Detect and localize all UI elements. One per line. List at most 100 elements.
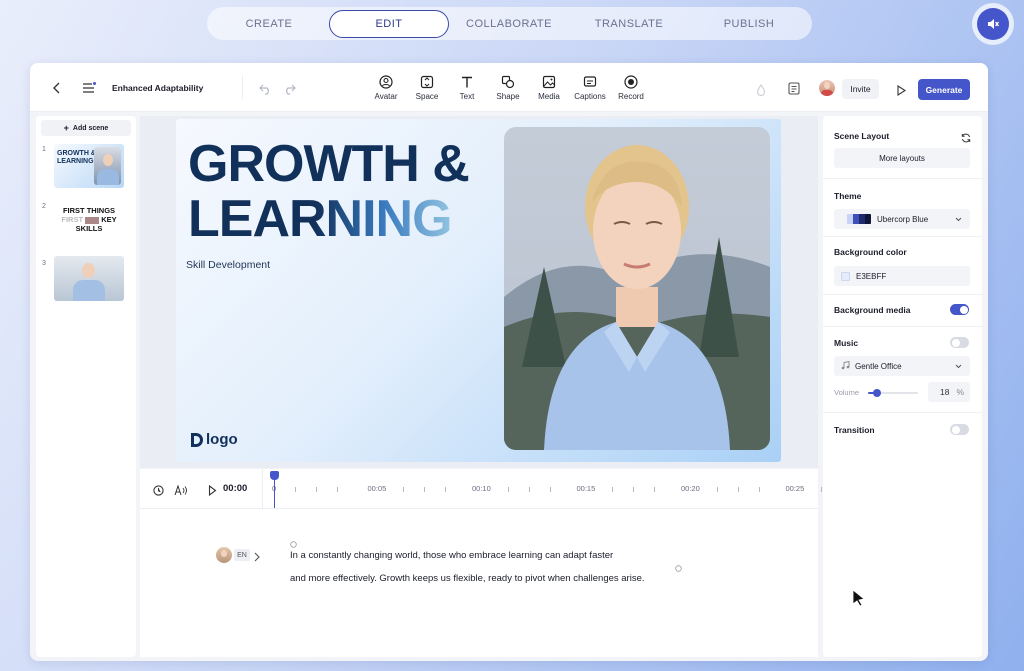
logo-text: logo (206, 431, 238, 448)
current-time: 00:00 (223, 483, 248, 494)
chevron-down-icon (955, 215, 962, 224)
script-editor[interactable]: EN In a constantly changing world, those… (140, 509, 818, 657)
plus-icon: + (63, 123, 69, 133)
mute-button[interactable] (972, 3, 1014, 45)
thumb3-face (82, 263, 95, 278)
refresh-icon[interactable] (961, 130, 971, 148)
slide-logo[interactable]: logo (190, 431, 238, 448)
theme-value: Ubercorp Blue (877, 214, 929, 224)
scenes-panel: + Add scene 1 GROWTH & LEARNING 2 FIRST … (36, 116, 136, 657)
step-translate[interactable]: TRANSLATE (569, 10, 689, 38)
tool-space-label: Space (415, 92, 439, 101)
volume-knob[interactable] (873, 389, 881, 397)
back-arrow-icon[interactable] (52, 81, 62, 99)
tool-captions[interactable]: Captions (567, 75, 613, 101)
scene-thumbnail-3[interactable] (54, 256, 124, 301)
undo-icon[interactable] (259, 82, 272, 100)
music-note-icon (841, 360, 850, 372)
avatar-video[interactable] (504, 127, 770, 450)
invite-button[interactable]: Invite (842, 79, 879, 99)
color-swatch (841, 271, 850, 281)
more-layouts-button[interactable]: More layouts (834, 148, 970, 168)
tool-media[interactable]: Media (526, 75, 572, 101)
tool-shape-label: Shape (496, 92, 520, 101)
transition-label: Transition (834, 425, 875, 435)
pause-marker-icon[interactable] (675, 559, 682, 577)
timeline-tick (737, 487, 739, 492)
add-scene-label: Add scene (72, 124, 109, 132)
drop-icon[interactable] (756, 83, 766, 101)
scene-thumbnail-2[interactable]: FIRST THINGS FIRST KEY SKILLS (54, 200, 124, 244)
divider (823, 326, 982, 327)
record-icon (624, 75, 638, 89)
clock-icon[interactable] (153, 483, 164, 501)
timeline-tick (612, 487, 614, 492)
play-icon[interactable] (208, 483, 217, 501)
transition-toggle[interactable] (950, 424, 969, 435)
tool-record[interactable]: Record (608, 75, 654, 101)
generate-button[interactable]: Generate (918, 79, 970, 100)
timeline-tick (424, 487, 426, 492)
scene-number: 2 (42, 203, 46, 210)
voice-speed-icon[interactable] (174, 483, 187, 501)
speaker-avatar[interactable] (216, 547, 232, 563)
add-scene-button[interactable]: + Add scene (41, 120, 131, 136)
step-create[interactable]: CREATE (209, 10, 329, 38)
volume-value: 18 (939, 387, 950, 397)
volume-input[interactable]: 18 % (928, 382, 970, 402)
slide-preview[interactable]: GROWTH & LEARNING Skill Development logo (176, 119, 781, 462)
step-collaborate[interactable]: COLLABORATE (449, 10, 569, 38)
avatar-image (504, 127, 770, 450)
timeline-tick (315, 487, 317, 492)
step-publish[interactable]: PUBLISH (689, 10, 809, 38)
project-title[interactable]: Enhanced Adaptability (112, 83, 203, 93)
language-badge[interactable]: EN (234, 549, 250, 561)
mouse-cursor-icon (852, 589, 866, 612)
volume-unit: % (956, 387, 964, 397)
slide-subtitle[interactable]: Skill Development (186, 259, 270, 271)
music-value: Gentle Office (855, 361, 902, 371)
chevron-down-icon (955, 362, 962, 371)
space-icon (420, 75, 434, 89)
timeline-tick (758, 487, 760, 492)
thumb2-line3: SKILLS (75, 224, 103, 233)
captions-icon (583, 76, 597, 87)
background-media-toggle[interactable] (950, 304, 969, 315)
timeline-tick-label: 00:25 (785, 484, 805, 493)
thumb2-line1: FIRST THINGS (62, 206, 116, 215)
volume-label: Volume (834, 388, 860, 397)
tool-record-label: Record (618, 92, 644, 101)
step-edit[interactable]: EDIT (329, 9, 449, 38)
timeline-tick (445, 487, 447, 492)
tool-captions-label: Captions (574, 92, 606, 101)
tool-shape[interactable]: Shape (485, 75, 531, 101)
background-color-field[interactable]: E3EBFF (834, 266, 970, 286)
text-icon (462, 76, 472, 88)
music-label: Music (834, 338, 859, 348)
timeline[interactable]: 00:00 0 00:05 00:10 00:15 00:20 00:25 (140, 469, 844, 509)
music-select[interactable]: Gentle Office (834, 356, 970, 376)
playhead-line (274, 478, 275, 508)
tool-avatar[interactable]: Avatar (363, 75, 409, 101)
thumb-title-line2: LEARNING (57, 158, 94, 165)
timeline-tick-label: 00:10 (472, 484, 491, 493)
shape-icon (501, 75, 515, 89)
slide-title[interactable]: GROWTH & LEARNING (188, 137, 470, 247)
background-color-value: E3EBFF (856, 271, 887, 281)
notes-icon[interactable] (788, 82, 800, 100)
preview-play-icon[interactable] (896, 83, 907, 101)
scene-layout-label: Scene Layout (834, 131, 890, 141)
chevron-right-icon[interactable] (254, 549, 260, 567)
redo-icon[interactable] (283, 82, 296, 100)
user-avatar[interactable] (819, 80, 835, 96)
music-toggle[interactable] (950, 337, 969, 348)
timeline-divider (262, 469, 263, 509)
scene-thumbnail-1[interactable]: GROWTH & LEARNING (54, 144, 124, 188)
menu-icon[interactable] (82, 81, 96, 99)
divider (823, 236, 982, 237)
tool-text[interactable]: Text (444, 75, 490, 101)
volume-slider[interactable] (868, 389, 918, 397)
theme-select[interactable]: Ubercorp Blue (834, 209, 970, 229)
script-text[interactable]: In a constantly changing world, those wh… (290, 544, 690, 590)
timeline-tick-label: 00:15 (576, 484, 596, 493)
